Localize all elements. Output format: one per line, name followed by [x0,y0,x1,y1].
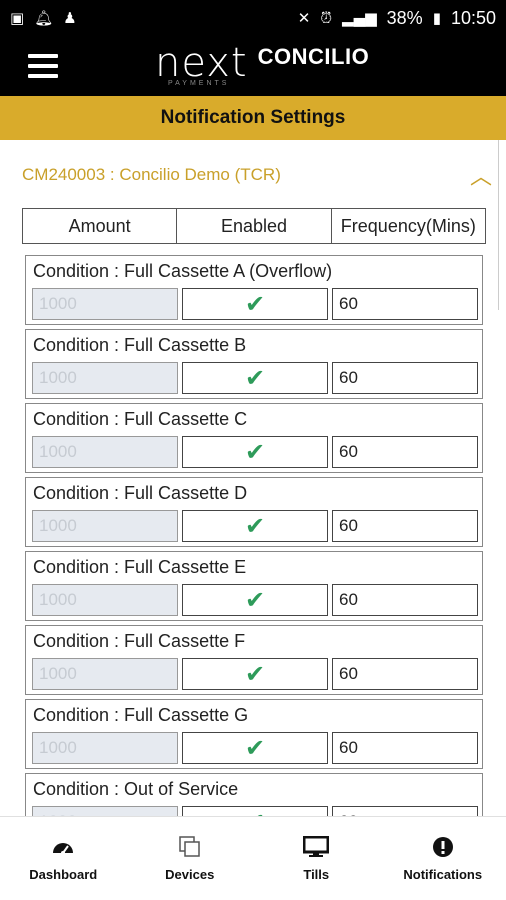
nav-notifications[interactable]: Notifications [380,817,506,900]
condition-row: Condition : Full Cassette C 1000 ✔ 60 [25,403,483,473]
signal-icon: ▂▄▆ [342,9,377,27]
checkmark-icon: ✔ [244,660,266,688]
condition-row: Condition : Full Cassette E 1000 ✔ 60 [25,551,483,621]
header-amount: Amount [23,209,178,243]
enabled-toggle[interactable]: ✔ [182,806,328,816]
enabled-toggle[interactable]: ✔ [182,436,328,468]
amount-input: 1000 [32,436,178,468]
frequency-input[interactable]: 60 [332,362,478,394]
checkmark-icon: ✔ [244,438,266,466]
nav-label: Devices [165,867,215,882]
condition-row: Condition : Full Cassette A (Overflow) 1… [25,255,483,325]
amount-input: 1000 [32,584,178,616]
checkmark-icon: ✔ [244,512,266,540]
enabled-toggle[interactable]: ✔ [182,510,328,542]
enabled-toggle[interactable]: ✔ [182,288,328,320]
checkmark-icon: ✔ [244,290,266,318]
chevron-up-icon[interactable]: ︿ [470,159,492,191]
tills-icon [303,835,330,859]
status-bar: ▣ 🔔︎ ♟ ✕ ⏰︎ ▂▄▆ 38% ▮ 10:50 [0,0,506,36]
amount-input: 1000 [32,732,178,764]
nav-devices[interactable]: Devices [127,817,254,900]
bell-icon: 🔔︎ [34,9,54,27]
battery-icon: ▮ [432,9,441,27]
column-headers: Amount Enabled Frequency(Mins) [22,208,486,244]
amount-input: 1000 [32,806,178,816]
enabled-toggle[interactable]: ✔ [182,584,328,616]
condition-row: Condition : Full Cassette B 1000 ✔ 60 [25,329,483,399]
page-title: Notification Settings [0,96,506,140]
condition-title: Condition : Full Cassette E [33,557,247,577]
frequency-input[interactable]: 60 [332,436,478,468]
logo-subtext: PAYMENTS [168,80,230,87]
condition-row: Condition : Out of Service 1000 ✔ 60 [25,773,483,816]
amount-input: 1000 [32,362,178,394]
alarm-icon: ⏰︎ [320,9,333,27]
enabled-toggle[interactable]: ✔ [182,362,328,394]
mute-icon: ✕ [297,9,311,27]
status-left: ▣ 🔔︎ ♟ [10,9,77,27]
clock: 10:50 [450,7,496,28]
condition-title: Condition : Full Cassette G [33,705,249,725]
devices-icon [177,835,203,859]
nav-dashboard[interactable]: Dashboard [0,817,127,900]
device-label: CM240003 : Concilio Demo (TCR) [22,165,281,184]
frequency-input[interactable]: 60 [332,732,478,764]
notification-icon: ♟ [63,9,77,27]
app-bar: next CONCILIO PAYMENTS [0,36,506,96]
condition-row: Condition : Full Cassette F 1000 ✔ 60 [25,625,483,695]
amount-input: 1000 [32,288,178,320]
enabled-toggle[interactable]: ✔ [182,658,328,690]
header-enabled: Enabled [177,209,332,243]
notifications-icon [430,835,456,859]
checkmark-icon: ✔ [244,586,266,614]
status-right: ✕ ⏰︎ ▂▄▆ 38% ▮ 10:50 [298,8,496,29]
nav-tills[interactable]: Tills [253,817,380,900]
scrollbar[interactable] [498,140,506,310]
frequency-input[interactable]: 60 [332,584,478,616]
amount-input: 1000 [32,658,178,690]
condition-title: Condition : Out of Service [33,779,239,799]
dashboard-icon [50,835,76,859]
checkmark-icon: ✔ [244,364,266,392]
checkmark-icon: ✔ [245,808,265,816]
nav-label: Tills [303,867,330,882]
device-header[interactable]: CM240003 : Concilio Demo (TCR) ︿ [22,159,492,191]
frequency-input[interactable]: 60 [332,288,478,320]
frequency-input[interactable]: 60 [332,806,478,816]
condition-title: Condition : Full Cassette A (Overflow) [33,261,333,281]
amount-input: 1000 [32,510,178,542]
nav-label: Notifications [403,867,483,882]
frequency-input[interactable]: 60 [332,658,478,690]
gallery-icon: ▣ [10,9,25,27]
condition-row: Condition : Full Cassette D 1000 ✔ 60 [25,477,483,547]
condition-title: Condition : Full Cassette D [33,483,248,503]
enabled-toggle[interactable]: ✔ [182,732,328,764]
condition-title: Condition : Full Cassette F [33,631,246,651]
nav-label: Dashboard [29,867,98,882]
condition-row: Condition : Full Cassette G 1000 ✔ 60 [25,699,483,769]
battery-percent: 38% [386,7,423,28]
bottom-nav: Dashboard Devices Tills Notifications [0,816,506,900]
checkmark-icon: ✔ [244,734,266,762]
settings-content[interactable]: CM240003 : Concilio Demo (TCR) ︿ Amount … [0,140,506,816]
condition-title: Condition : Full Cassette B [33,335,247,355]
brand-name: CONCILIO [257,44,370,69]
header-frequency: Frequency(Mins) [340,215,476,236]
frequency-input[interactable]: 60 [332,510,478,542]
condition-title: Condition : Full Cassette C [33,409,248,429]
menu-icon[interactable] [28,54,58,78]
